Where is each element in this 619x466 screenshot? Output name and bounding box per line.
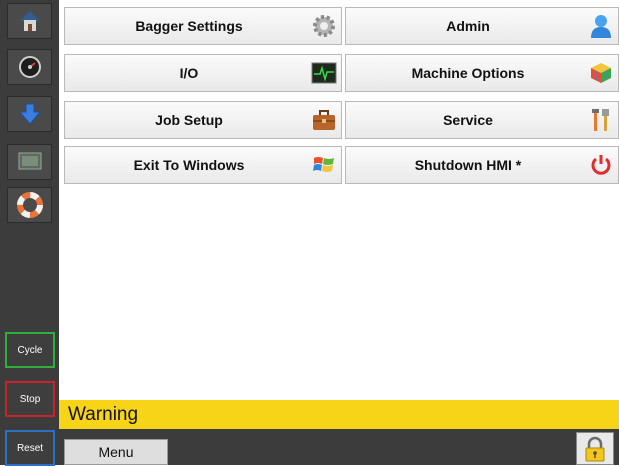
gauge-icon — [18, 56, 41, 78]
screen-button[interactable] — [7, 144, 52, 180]
screen-icon — [18, 152, 41, 170]
admin-label: Admin — [446, 18, 490, 34]
exit-to-windows-label: Exit To Windows — [133, 157, 245, 173]
home-button[interactable] — [7, 3, 52, 39]
left-sidebar: Cycle Stop Reset — [0, 0, 59, 466]
shutdown-hmi-button[interactable]: Shutdown HMI * — [345, 146, 619, 184]
help-button[interactable] — [7, 187, 52, 223]
user-icon — [584, 11, 618, 41]
machine-options-label: Machine Options — [411, 65, 525, 81]
home-icon — [19, 11, 40, 31]
job-setup-label: Job Setup — [155, 112, 223, 128]
bagger-settings-label: Bagger Settings — [135, 18, 243, 34]
service-label: Service — [443, 112, 493, 128]
cube-icon — [584, 58, 618, 88]
job-setup-button[interactable]: Job Setup — [64, 101, 342, 139]
briefcase-icon — [307, 105, 341, 135]
bottom-bar: Menu — [59, 429, 619, 465]
stop-button[interactable]: Stop — [5, 381, 55, 417]
windows-logo-icon — [307, 150, 341, 180]
download-button[interactable] — [7, 96, 52, 132]
warning-text: Warning — [68, 404, 139, 425]
machine-options-button[interactable]: Machine Options — [345, 54, 619, 92]
shutdown-hmi-label: Shutdown HMI * — [414, 157, 522, 173]
monitor-pulse-icon — [307, 58, 341, 88]
io-label: I/O — [179, 65, 199, 81]
power-icon — [584, 150, 618, 180]
io-button[interactable]: I/O — [64, 54, 342, 92]
gear-icon — [307, 11, 341, 41]
menu-button[interactable]: Menu — [64, 439, 168, 465]
download-arrow-icon — [18, 103, 41, 125]
menu-panel: Bagger Settings Admin I/O Machine Option — [59, 0, 619, 399]
bagger-settings-button[interactable]: Bagger Settings — [64, 7, 342, 45]
service-button[interactable]: Service — [345, 101, 619, 139]
dashboard-button[interactable] — [7, 49, 52, 85]
lock-button[interactable] — [576, 432, 614, 465]
admin-button[interactable]: Admin — [345, 7, 619, 45]
warning-bar: Warning — [59, 400, 619, 429]
reset-button[interactable]: Reset — [5, 430, 55, 466]
lifebuoy-icon — [16, 192, 43, 218]
tools-icon — [584, 105, 618, 135]
exit-to-windows-button[interactable]: Exit To Windows — [64, 146, 342, 184]
cycle-button[interactable]: Cycle — [5, 332, 55, 368]
padlock-icon — [585, 436, 605, 461]
